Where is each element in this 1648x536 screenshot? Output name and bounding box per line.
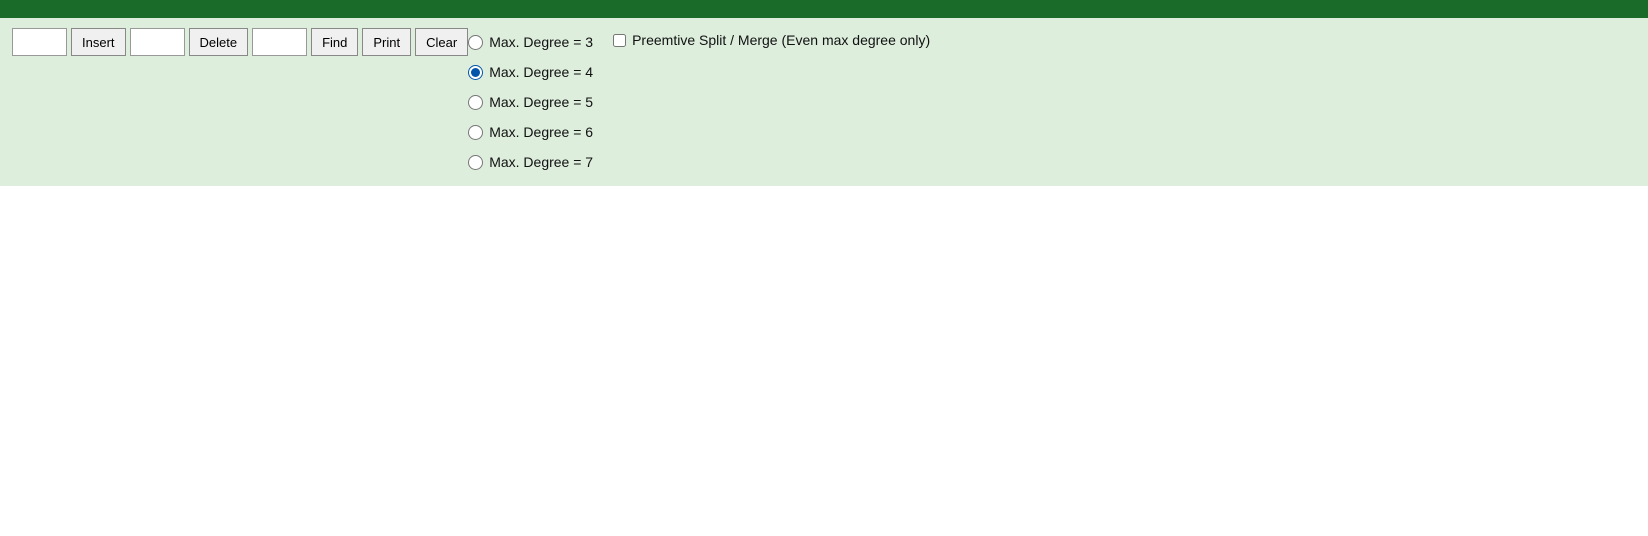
degree-7-label: Max. Degree = 7	[489, 154, 593, 170]
degree-5-label: Max. Degree = 5	[489, 94, 593, 110]
degree-6-row: Max. Degree = 6	[468, 118, 593, 146]
degree-6-label: Max. Degree = 6	[489, 124, 593, 140]
degree-3-row: Max. Degree = 3	[468, 28, 593, 56]
delete-input[interactable]	[130, 28, 185, 56]
toolbar: Insert Delete Find Print Clear Max. Degr…	[0, 18, 1648, 186]
preemptive-checkbox[interactable]	[613, 34, 626, 47]
degree-4-label: Max. Degree = 4	[489, 64, 593, 80]
degree-radio-group: Max. Degree = 3 Max. Degree = 4 Max. Deg…	[468, 28, 593, 176]
degree-4-radio[interactable]	[468, 65, 483, 80]
preemptive-row: Preemtive Split / Merge (Even max degree…	[613, 32, 930, 48]
degree-4-row: Max. Degree = 4	[468, 58, 593, 86]
main-content	[0, 186, 1648, 506]
insert-input[interactable]	[12, 28, 67, 56]
degree-7-row: Max. Degree = 7	[468, 148, 593, 176]
clear-button[interactable]: Clear	[415, 28, 468, 56]
insert-button[interactable]: Insert	[71, 28, 126, 56]
degree-7-radio[interactable]	[468, 155, 483, 170]
degree-6-radio[interactable]	[468, 125, 483, 140]
options-area: Max. Degree = 3 Max. Degree = 4 Max. Deg…	[468, 28, 930, 176]
preemptive-label: Preemtive Split / Merge (Even max degree…	[632, 32, 930, 48]
degree-3-label: Max. Degree = 3	[489, 34, 593, 50]
toolbar-controls: Insert Delete Find Print Clear	[12, 28, 468, 56]
degree-5-row: Max. Degree = 5	[468, 88, 593, 116]
find-button[interactable]: Find	[311, 28, 358, 56]
degree-3-radio[interactable]	[468, 35, 483, 50]
degree-5-radio[interactable]	[468, 95, 483, 110]
app-header	[0, 0, 1648, 18]
delete-button[interactable]: Delete	[189, 28, 249, 56]
find-input[interactable]	[252, 28, 307, 56]
print-button[interactable]: Print	[362, 28, 411, 56]
